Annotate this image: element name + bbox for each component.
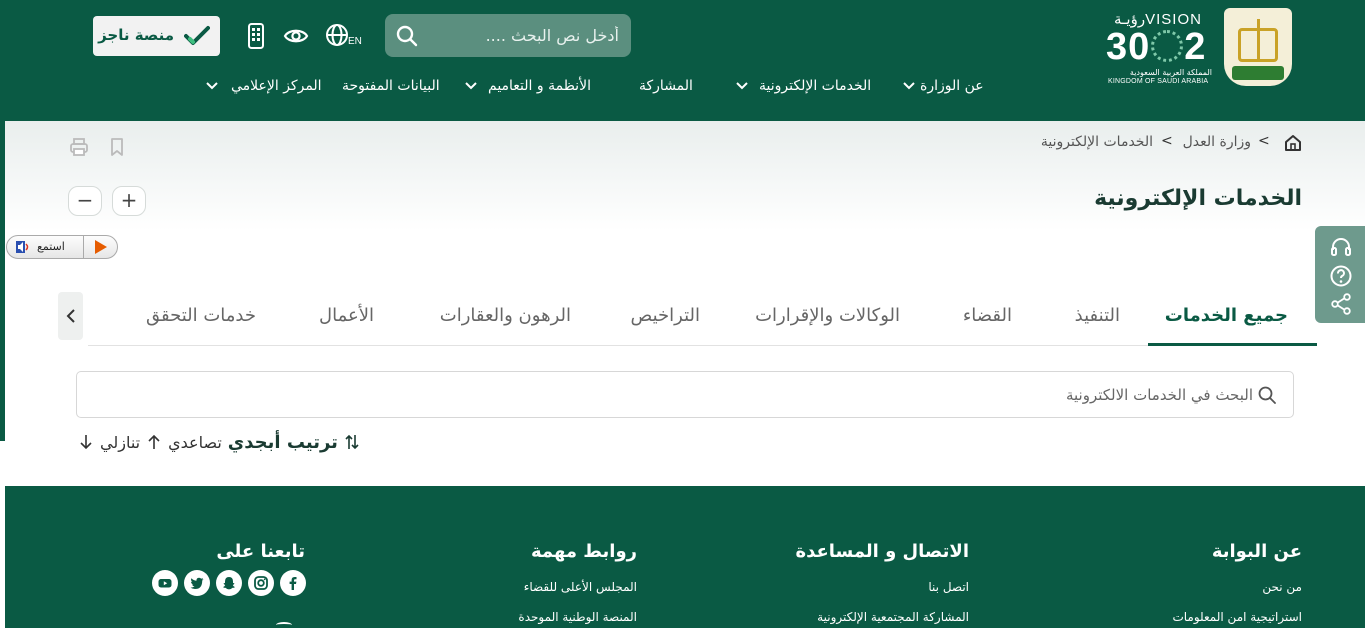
arrow-up-icon[interactable] (146, 433, 162, 451)
tabs-divider (88, 345, 1317, 346)
instagram-button[interactable] (248, 570, 274, 596)
nav-label: البيانات المفتوحة (342, 78, 440, 94)
footer-contact-title: الاتصال و المساعدة (795, 541, 969, 562)
sort-ascending[interactable]: تصاعدي (168, 433, 222, 452)
breadcrumb-eservices: الخدمات الإلكترونية (1040, 134, 1153, 150)
nav-label: عن الوزارة (920, 78, 984, 94)
najez-platform-button[interactable]: منصة ناجز (93, 16, 220, 56)
tabs-scroll-button[interactable] (58, 292, 83, 340)
tab-mortgages[interactable]: الرهون والعقارات (440, 305, 571, 326)
nav-participation[interactable]: المشاركة (639, 74, 693, 98)
sort-title: ترتيب أبجدي (227, 431, 338, 453)
breadcrumb-ministry[interactable]: وزارة العدل (1183, 134, 1251, 150)
vision-2030-logo[interactable]: VISIONرؤيـة 230 المملكة العربية السعودية… (1106, 8, 1218, 85)
logo-ribbon (1232, 66, 1284, 80)
tab-business[interactable]: الأعمال (319, 305, 374, 326)
tab-verification[interactable]: خدمات التحقق (146, 305, 256, 326)
footer-link-security-strategy[interactable]: استراتيجية امن المعلومات (1172, 610, 1302, 624)
help-icon[interactable] (1329, 264, 1353, 288)
site-footer (5, 486, 1365, 628)
breadcrumb-separator: > (1258, 133, 1270, 149)
footer-link-supreme-council[interactable]: المجلس الأعلى للقضاء (524, 580, 637, 594)
footer-follow-title: تابعنا على (216, 541, 305, 562)
tab-all-services[interactable]: جميع الخدمات (1165, 305, 1288, 326)
nav-label: الأنظمة و التعاميم (488, 78, 591, 94)
breadcrumb-separator: > (1161, 133, 1173, 149)
page-title: الخدمات الإلكترونية (1094, 186, 1302, 211)
twitter-icon (190, 577, 204, 589)
chevron-down-icon (465, 82, 477, 90)
service-search-input[interactable] (153, 372, 1253, 417)
globe-icon[interactable] (323, 21, 351, 49)
footer-link-about-us[interactable]: من نحن (1262, 580, 1302, 594)
nav-label: المشاركة (639, 78, 693, 94)
tab-enforcement[interactable]: التنفيذ (1075, 305, 1120, 326)
chevron-left-icon (66, 309, 75, 323)
nav-eservices[interactable]: الخدمات الإلكترونية (735, 74, 871, 98)
header-search-input[interactable] (429, 14, 619, 57)
tab-judiciary[interactable]: القضاء (963, 305, 1012, 326)
facebook-icon (289, 577, 297, 590)
snapchat-button[interactable] (216, 570, 242, 596)
instagram-icon (254, 576, 268, 590)
print-icon[interactable] (68, 136, 90, 158)
snapchat-icon (223, 577, 235, 590)
nav-label: الخدمات الإلكترونية (759, 78, 872, 94)
zoom-out-button[interactable]: − (68, 186, 102, 216)
arrow-down-icon[interactable] (78, 433, 94, 451)
vision-kingdom-ar: المملكة العربية السعودية (1129, 68, 1212, 77)
language-toggle[interactable]: EN (348, 36, 362, 47)
search-icon (1258, 386, 1276, 404)
tab-licenses[interactable]: التراخيص (631, 305, 700, 326)
tab-agencies[interactable]: الوكالات والإقرارات (755, 305, 900, 326)
zoom-in-button[interactable]: + (112, 186, 146, 216)
nav-label: المركز الإعلامي (231, 78, 322, 94)
speaker-icon (16, 241, 29, 253)
ministry-of-justice-logo[interactable] (1224, 8, 1292, 86)
twitter-button[interactable] (184, 570, 210, 596)
nav-media-center[interactable]: المركز الإعلامي (205, 74, 322, 98)
youtube-button[interactable] (152, 570, 178, 596)
footer-links-title: روابط مهمة (530, 541, 637, 562)
listen-label: استمع (37, 240, 65, 253)
vision-year: 230 (1106, 26, 1207, 68)
headset-icon[interactable] (1329, 235, 1353, 259)
vision-kingdom-en: KINGDOM OF SAUDI ARABIA (1108, 78, 1209, 85)
site-header: VISIONرؤيـة 230 المملكة العربية السعودية… (0, 0, 1365, 121)
najez-label: منصة ناجز (98, 26, 174, 44)
eye-icon[interactable] (282, 22, 310, 50)
chevron-down-icon (903, 82, 915, 90)
footer-link-contact-us[interactable]: اتصل بنا (928, 580, 969, 594)
footer-about-title: عن البوابة (1211, 541, 1302, 562)
chevron-down-icon (736, 82, 748, 90)
share-icon[interactable] (1329, 292, 1353, 316)
service-search (76, 371, 1294, 418)
play-icon (95, 240, 107, 254)
nav-about-ministry[interactable]: عن الوزارة (902, 74, 984, 98)
vision-rosette-icon (1151, 30, 1184, 62)
listen-button[interactable]: استمع (6, 235, 118, 259)
side-tools-panel (1315, 226, 1365, 323)
footer-link-national-platform[interactable]: المنصة الوطنية الموحدة (518, 610, 637, 624)
footer-extra-icon (276, 622, 292, 628)
bookmark-icon[interactable] (106, 136, 128, 158)
sort-bar: ترتيب أبجدي تصاعدي تنازلي (78, 429, 360, 455)
nav-open-data[interactable]: البيانات المفتوحة (342, 74, 440, 98)
najez-check-icon (184, 26, 210, 45)
home-icon[interactable] (1283, 133, 1303, 153)
youtube-icon (158, 579, 172, 588)
chevron-down-icon (206, 82, 218, 90)
search-icon[interactable] (395, 24, 419, 48)
nav-regulations[interactable]: الأنظمة و التعاميم (464, 74, 591, 98)
active-tab-indicator (1148, 343, 1317, 346)
sort-icon (345, 434, 359, 450)
sort-descending[interactable]: تنازلي (100, 433, 140, 452)
facebook-button[interactable] (280, 570, 306, 596)
mobile-app-icon[interactable] (242, 22, 270, 50)
scale-emblem (1238, 19, 1278, 62)
footer-link-e-participation[interactable]: المشاركة المجتمعية الإلكترونية (817, 610, 969, 624)
header-search (385, 14, 631, 57)
